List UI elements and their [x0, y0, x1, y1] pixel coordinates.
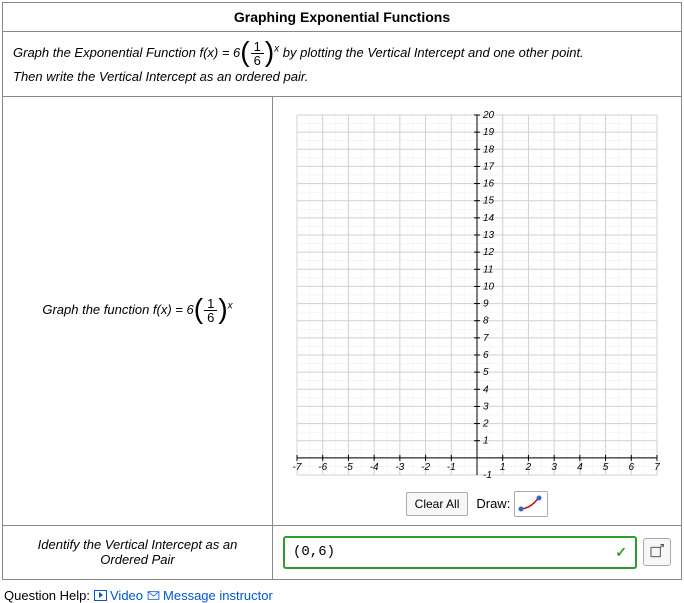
graph-row: Graph the function f(x) = 6(16)x -7 -6 -5 -…: [3, 97, 681, 526]
svg-text:6: 6: [629, 462, 635, 473]
video-icon: [94, 590, 107, 601]
svg-text:19: 19: [483, 127, 495, 138]
svg-text:7: 7: [483, 333, 489, 344]
svg-text:-3: -3: [395, 462, 404, 473]
svg-text:17: 17: [483, 161, 495, 172]
svg-text:5: 5: [603, 462, 609, 473]
svg-text:-6: -6: [318, 462, 327, 473]
svg-text:4: 4: [577, 462, 583, 473]
answer-cell: (0,6) ✓: [273, 526, 681, 579]
svg-text:10: 10: [483, 281, 495, 292]
svg-text:8: 8: [483, 316, 489, 327]
svg-text:2: 2: [525, 462, 532, 473]
svg-text:13: 13: [483, 230, 495, 241]
curve-icon: [517, 495, 545, 513]
svg-text:9: 9: [483, 298, 489, 309]
svg-text:-4: -4: [370, 462, 379, 473]
svg-text:-7: -7: [293, 462, 302, 473]
section-title: Graphing Exponential Functions: [3, 3, 681, 32]
svg-text:1: 1: [483, 436, 489, 447]
preview-button[interactable]: [643, 538, 671, 566]
question-container: Graphing Exponential Functions Graph the…: [2, 2, 682, 580]
graph-area: -7-6-5-4-3-2-112345671234567891011121314…: [273, 97, 681, 525]
check-icon: ✓: [615, 544, 627, 561]
clear-all-button[interactable]: Clear All: [406, 492, 469, 516]
svg-text:5: 5: [483, 367, 489, 378]
svg-text:15: 15: [483, 196, 495, 207]
help-label: Question Help:: [4, 588, 90, 603]
identify-label: Identify the Vertical Intercept as an Or…: [3, 526, 273, 579]
answer-row: Identify the Vertical Intercept as an Or…: [3, 526, 681, 579]
gp-pre: Graph the function: [42, 302, 153, 317]
svg-text:-2: -2: [421, 462, 430, 473]
instr-mid: by plotting the Vertical Intercept and o…: [279, 45, 584, 60]
answer-input[interactable]: (0,6) ✓: [283, 536, 637, 569]
svg-text:4: 4: [483, 384, 489, 395]
svg-text:3: 3: [483, 401, 489, 412]
gp-func: f(x) = 6(16)x: [153, 302, 233, 317]
answer-value: (0,6): [293, 544, 335, 560]
svg-text:1: 1: [500, 462, 506, 473]
svg-text:6: 6: [483, 350, 489, 361]
svg-text:18: 18: [483, 144, 495, 155]
svg-text:11: 11: [483, 264, 493, 275]
svg-text:-1: -1: [447, 462, 456, 473]
svg-text:7: 7: [654, 462, 660, 473]
svg-text:2: 2: [482, 418, 489, 429]
fraction: 16: [251, 40, 264, 67]
graph-toolbar: Clear All Draw:: [406, 491, 549, 517]
svg-text:12: 12: [483, 247, 495, 258]
svg-text:-1: -1: [483, 470, 492, 481]
mail-icon: [147, 589, 160, 602]
graph-prompt: Graph the function f(x) = 6(16)x: [3, 97, 273, 525]
svg-text:16: 16: [483, 178, 495, 189]
svg-text:3: 3: [551, 462, 557, 473]
instr-pre: Graph the Exponential Function: [13, 45, 199, 60]
instructions: Graph the Exponential Function f(x) = 6(…: [3, 32, 681, 97]
coordinate-grid[interactable]: -7-6-5-4-3-2-112345671234567891011121314…: [287, 105, 667, 485]
draw-tool-curve-button[interactable]: [514, 491, 548, 517]
svg-text:14: 14: [483, 213, 495, 224]
message-instructor-link[interactable]: Message instructor: [147, 588, 273, 603]
video-link[interactable]: Video: [94, 588, 143, 603]
instr-line2: Then write the Vertical Intercept as an …: [13, 69, 308, 84]
svg-text:20: 20: [482, 110, 495, 121]
svg-text:-5: -5: [344, 462, 353, 473]
question-help: Question Help: Video Message instructor: [0, 582, 684, 603]
draw-label: Draw:: [476, 496, 510, 511]
instr-func: f(x) = 6(16)x: [199, 45, 279, 60]
preview-icon: [649, 544, 665, 560]
